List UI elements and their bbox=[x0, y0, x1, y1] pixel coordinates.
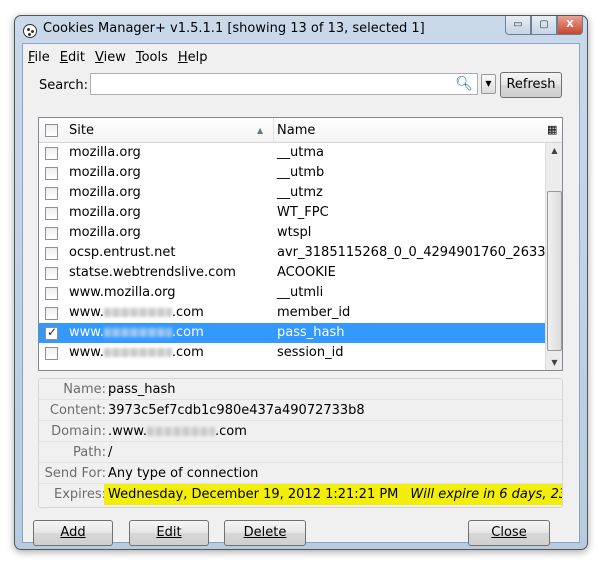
name-value[interactable]: pass_hash bbox=[108, 382, 175, 397]
domain-label: Domain: bbox=[51, 424, 106, 439]
table-row[interactable]: mozilla.org wtspl bbox=[39, 223, 562, 243]
close-window-button[interactable]: X bbox=[557, 16, 583, 35]
row-name: __utmb bbox=[277, 165, 325, 180]
column-name[interactable]: Name bbox=[277, 123, 315, 138]
sort-ascending-icon: ▲ bbox=[257, 126, 264, 135]
search-input[interactable]: 🔍︎ bbox=[90, 73, 478, 95]
name-label: Name: bbox=[63, 382, 106, 397]
row-checkbox[interactable] bbox=[45, 147, 58, 160]
table-row[interactable]: www.mozilla.org __utmli bbox=[39, 283, 562, 303]
row-checkbox[interactable] bbox=[45, 287, 58, 300]
row-checkbox[interactable] bbox=[45, 307, 58, 320]
row-checkbox[interactable] bbox=[45, 247, 58, 260]
scrollbar-thumb[interactable] bbox=[547, 191, 562, 351]
cookie-details: Name: pass_hash Content: 3973c5ef7cdb1c980… bbox=[38, 378, 563, 508]
search-options-dropdown[interactable]: ▼ bbox=[481, 74, 496, 94]
menu-tools[interactable]: Tools bbox=[136, 50, 168, 65]
sendfor-value[interactable]: Any type of connection bbox=[108, 466, 258, 481]
row-name: __utmli bbox=[277, 285, 324, 300]
table-row[interactable]: ✓ www. .com pass_hash bbox=[39, 323, 562, 343]
sendfor-label: Send For: bbox=[44, 466, 106, 481]
column-site[interactable]: Site bbox=[69, 123, 94, 138]
row-checkbox[interactable] bbox=[45, 167, 58, 180]
row-name: WT_FPC bbox=[277, 205, 329, 220]
select-all-checkbox[interactable] bbox=[45, 124, 58, 137]
cookie-list[interactable]: Site ▲ Name ▦ mozilla.org __utma mozilla… bbox=[38, 117, 563, 371]
list-header: Site ▲ Name ▦ bbox=[39, 118, 562, 143]
row-site: www. .com bbox=[69, 305, 204, 320]
expires-label: Expires: bbox=[54, 487, 106, 502]
row-name: session_id bbox=[277, 345, 344, 360]
table-row[interactable]: www. .com session_id bbox=[39, 343, 562, 363]
menu-edit[interactable]: Edit bbox=[60, 50, 85, 65]
path-value[interactable]: / bbox=[108, 445, 112, 460]
scroll-up-icon[interactable]: ▲ bbox=[546, 143, 562, 159]
checkmark-icon: ✓ bbox=[47, 325, 58, 339]
delete-button[interactable]: Delete bbox=[224, 520, 306, 546]
row-checkbox[interactable] bbox=[45, 267, 58, 280]
maximize-button[interactable]: ▢ bbox=[531, 16, 557, 35]
column-picker-icon[interactable]: ▦ bbox=[547, 123, 557, 136]
expires-note: Will expire in 6 days, 23 hours, 5 bbox=[410, 487, 562, 502]
cookie-icon bbox=[23, 24, 37, 38]
row-site: www. .com bbox=[69, 345, 204, 360]
scrollbar[interactable]: ▲ ▼ bbox=[545, 143, 562, 370]
add-button[interactable]: Add bbox=[33, 520, 113, 546]
table-row[interactable]: mozilla.org __utma bbox=[39, 143, 562, 163]
row-site: mozilla.org bbox=[69, 165, 141, 180]
row-name: ACOOKIE bbox=[277, 265, 336, 280]
row-name: __utmz bbox=[277, 185, 323, 200]
edit-button[interactable]: Edit bbox=[129, 520, 209, 546]
row-site: mozilla.org bbox=[69, 145, 141, 160]
row-name: pass_hash bbox=[277, 325, 345, 340]
path-label: Path: bbox=[73, 445, 106, 460]
window-title: Cookies Manager+ v1.5.1.1 [showing 13 of… bbox=[43, 21, 425, 36]
expires-value[interactable]: Wednesday, December 19, 2012 1:21:21 PM W… bbox=[104, 484, 562, 505]
table-row[interactable]: mozilla.org __utmz bbox=[39, 183, 562, 203]
row-checkbox[interactable] bbox=[45, 207, 58, 220]
search-icon[interactable]: 🔍︎ bbox=[455, 76, 473, 92]
row-checkbox[interactable] bbox=[45, 187, 58, 200]
row-name: __utma bbox=[277, 145, 324, 160]
cookies-manager-window: Cookies Manager+ v1.5.1.1 [showing 13 of… bbox=[14, 15, 588, 550]
content-label: Content: bbox=[49, 403, 106, 418]
table-row[interactable]: statse.webtrendslive.com ACOOKIE bbox=[39, 263, 562, 283]
row-site: mozilla.org bbox=[69, 185, 141, 200]
close-button[interactable]: Close bbox=[468, 520, 550, 546]
domain-value[interactable]: .www. .com bbox=[108, 424, 247, 439]
row-site: www. .com bbox=[69, 325, 204, 340]
menu-help[interactable]: Help bbox=[178, 50, 208, 65]
row-site: ocsp.entrust.net bbox=[69, 245, 176, 260]
table-row[interactable]: mozilla.org WT_FPC bbox=[39, 203, 562, 223]
row-site: www.mozilla.org bbox=[69, 285, 176, 300]
search-label: Search: bbox=[39, 78, 89, 93]
table-row[interactable]: ocsp.entrust.net avr_3185115268_0_0_4294… bbox=[39, 243, 562, 263]
client-area: File Edit View Tools Help Search: 🔍︎ ▼ R… bbox=[22, 43, 580, 546]
menu-view[interactable]: View bbox=[95, 50, 126, 65]
row-site: statse.webtrendslive.com bbox=[69, 265, 236, 280]
row-name: wtspl bbox=[277, 225, 312, 240]
table-row[interactable]: www. .com member_id bbox=[39, 303, 562, 323]
column-divider[interactable] bbox=[273, 118, 274, 143]
row-name: member_id bbox=[277, 305, 351, 320]
row-site: mozilla.org bbox=[69, 205, 141, 220]
menu-file[interactable]: File bbox=[28, 50, 50, 65]
table-row[interactable]: mozilla.org __utmb bbox=[39, 163, 562, 183]
row-site: mozilla.org bbox=[69, 225, 141, 240]
scroll-down-icon[interactable]: ▼ bbox=[546, 355, 562, 370]
content-value[interactable]: 3973c5ef7cdb1c980e437a49072733b8 bbox=[108, 403, 365, 418]
refresh-button[interactable]: Refresh bbox=[500, 72, 562, 98]
row-checkbox[interactable]: ✓ bbox=[45, 325, 58, 340]
row-checkbox[interactable] bbox=[45, 347, 58, 360]
row-name: avr_3185115268_0_0_4294901760_263379174.… bbox=[277, 245, 563, 260]
row-checkbox[interactable] bbox=[45, 227, 58, 240]
minimize-button[interactable]: ▭ bbox=[505, 16, 531, 35]
menu-bar: File Edit View Tools Help bbox=[28, 50, 208, 65]
